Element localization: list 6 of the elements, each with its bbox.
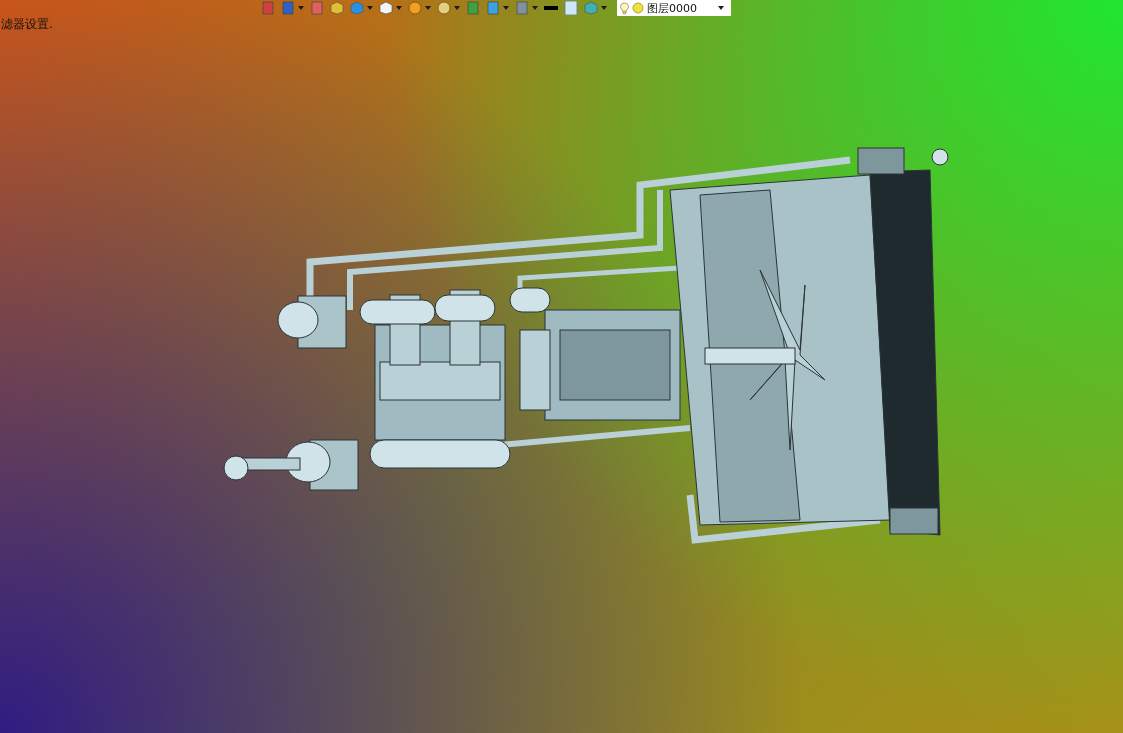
lightbulb-icon — [620, 1, 629, 15]
page-icon[interactable] — [466, 1, 480, 15]
layer-dropdown[interactable]: 图层0000 — [617, 0, 731, 16]
caret-icon[interactable] — [718, 6, 724, 10]
status-text: 滤器设置. — [0, 16, 54, 33]
layer-name: 图层0000 — [647, 0, 697, 16]
